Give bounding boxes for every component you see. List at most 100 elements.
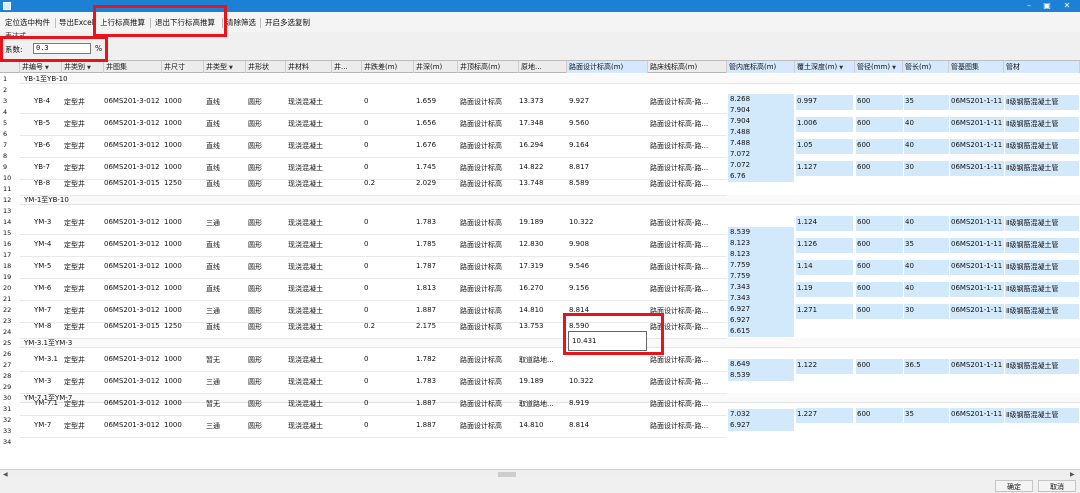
column-header[interactable]: 井尺寸 — [162, 61, 204, 73]
row-number[interactable]: 6 — [0, 129, 20, 140]
group-header-row[interactable]: YM-3.1至YM-3 — [20, 338, 1080, 348]
column-header[interactable]: 原地... — [519, 61, 567, 73]
exit-downward-calc-button[interactable]: 退出下行标高推算 — [155, 17, 215, 29]
column-header[interactable]: 井形状 — [246, 61, 286, 73]
ok-button[interactable]: 确定 — [995, 480, 1033, 492]
invert-elevation-cell[interactable]: 6.927 — [728, 419, 794, 431]
locate-button[interactable]: 定位选中构件 — [5, 17, 50, 29]
row-number[interactable]: 1 — [0, 74, 20, 85]
column-header[interactable]: 井编号 ▼ — [20, 61, 62, 73]
filter-dropdown-icon[interactable]: ▼ — [892, 65, 896, 71]
invert-elevation-cell[interactable]: 7.904 — [728, 115, 794, 127]
row-number[interactable]: 26 — [0, 349, 20, 360]
row-number[interactable]: 7 — [0, 140, 20, 151]
column-header[interactable]: 井材料 — [286, 61, 332, 73]
column-header[interactable]: 井图集 — [104, 61, 162, 73]
row-number[interactable]: 31 — [0, 404, 20, 415]
row-number[interactable]: 27 — [0, 360, 20, 371]
invert-elevation-cell[interactable]: 8.649 — [728, 359, 794, 370]
row-number[interactable]: 17 — [0, 250, 20, 261]
row-number[interactable]: 34 — [0, 437, 20, 448]
row-number[interactable]: 15 — [0, 228, 20, 239]
invert-elevation-cell[interactable]: 7.032 — [728, 408, 794, 420]
invert-elevation-cell[interactable]: 8.268 — [728, 93, 794, 105]
multi-copy-button[interactable]: 开启多选复制 — [265, 17, 310, 29]
row-number[interactable]: 16 — [0, 239, 20, 250]
row-number[interactable]: 24 — [0, 327, 20, 338]
export-excel-button[interactable]: 导出Excel — [59, 17, 94, 29]
row-number[interactable]: 25 — [0, 338, 20, 349]
group-header-row[interactable]: YM-1至YB-10 — [20, 195, 1080, 205]
column-header[interactable]: 井深(m) — [414, 61, 458, 73]
row-number[interactable]: 10 — [0, 173, 20, 184]
cell-cat: 定型井 — [64, 400, 85, 408]
column-header[interactable]: 井顶标高(m) — [458, 61, 519, 73]
invert-elevation-cell[interactable]: 6.615 — [728, 326, 794, 337]
invert-elevation-cell[interactable]: 6.927 — [728, 304, 794, 315]
column-header[interactable]: 井类别 ▼ — [62, 61, 104, 73]
filter-dropdown-icon[interactable]: ▼ — [839, 65, 843, 71]
column-header[interactable]: 覆土深度(m) ▼ — [795, 61, 855, 73]
column-header[interactable]: 管长(m) — [903, 61, 949, 73]
invert-elevation-cell[interactable]: 7.759 — [728, 271, 794, 282]
row-number[interactable]: 28 — [0, 371, 20, 382]
invert-elevation-cell[interactable]: 6.927 — [728, 315, 794, 326]
filter-dropdown-icon[interactable]: ▼ — [45, 65, 49, 71]
column-header[interactable]: 路床线标高(m) — [648, 61, 727, 73]
row-number[interactable]: 13 — [0, 206, 20, 217]
invert-elevation-cell[interactable]: 8.539 — [728, 370, 794, 381]
restore-button[interactable]: ▣ — [1040, 1, 1054, 11]
row-number[interactable]: 18 — [0, 261, 20, 272]
upward-elevation-calc-button[interactable]: 上行标高推算 — [100, 17, 145, 29]
close-button[interactable]: ✕ — [1060, 1, 1074, 11]
row-number[interactable]: 22 — [0, 305, 20, 316]
group-header-row[interactable]: YB-1至YB-10 — [20, 74, 1080, 84]
coef-input[interactable]: 0.3 — [33, 43, 91, 54]
row-number[interactable]: 20 — [0, 283, 20, 294]
column-header[interactable]: 管内底标高(m) — [727, 61, 795, 73]
row-number[interactable]: 2 — [0, 85, 20, 96]
row-number[interactable]: 23 — [0, 316, 20, 327]
column-header[interactable]: 管径(mm) ▼ — [855, 61, 903, 73]
invert-elevation-cell[interactable]: 8.539 — [728, 227, 794, 238]
column-header[interactable]: 井跌差(m) — [362, 61, 414, 73]
row-number[interactable]: 8 — [0, 151, 20, 162]
row-number[interactable]: 9 — [0, 162, 20, 173]
row-number[interactable]: 29 — [0, 382, 20, 393]
invert-elevation-cell[interactable]: 7.072 — [728, 148, 794, 160]
row-number[interactable]: 33 — [0, 426, 20, 437]
invert-elevation-cell[interactable]: 6.76 — [728, 170, 794, 182]
cancel-button[interactable]: 取消 — [1038, 480, 1076, 492]
horizontal-scrollbar[interactable]: ◀ ▶ — [0, 469, 1080, 478]
row-number[interactable]: 3 — [0, 96, 20, 107]
row-number[interactable]: 11 — [0, 184, 20, 195]
row-number[interactable]: 5 — [0, 118, 20, 129]
column-header[interactable]: 管材 — [1004, 61, 1080, 73]
row-number[interactable]: 14 — [0, 217, 20, 228]
invert-elevation-cell[interactable]: 7.343 — [728, 282, 794, 293]
row-number[interactable]: 4 — [0, 107, 20, 118]
row-number[interactable]: 12 — [0, 195, 20, 206]
row-number[interactable]: 30 — [0, 393, 20, 404]
invert-elevation-cell[interactable]: 7.343 — [728, 293, 794, 304]
invert-elevation-cell[interactable]: 7.072 — [728, 159, 794, 171]
invert-elevation-cell[interactable]: 7.759 — [728, 260, 794, 271]
invert-elevation-cell[interactable]: 7.488 — [728, 126, 794, 138]
column-header[interactable]: 井... — [332, 61, 362, 73]
clear-filter-button[interactable]: 清除筛选 — [226, 17, 256, 29]
column-header[interactable]: 井类型 ▼ — [204, 61, 246, 73]
column-header[interactable]: 管基图集 — [949, 61, 1004, 73]
road-elevation-edit-box[interactable]: 10.431 — [568, 331, 647, 351]
row-number[interactable]: 21 — [0, 294, 20, 305]
filter-dropdown-icon[interactable]: ▼ — [87, 65, 91, 71]
filter-dropdown-icon[interactable]: ▼ — [229, 65, 233, 71]
minimize-button[interactable]: – — [1022, 1, 1036, 11]
invert-elevation-cell[interactable]: 8.123 — [728, 238, 794, 249]
row-number[interactable]: 19 — [0, 272, 20, 283]
invert-elevation-cell[interactable]: 7.488 — [728, 137, 794, 149]
scroll-thumb[interactable] — [498, 472, 516, 477]
invert-elevation-cell[interactable]: 8.123 — [728, 249, 794, 260]
invert-elevation-cell[interactable]: 7.904 — [728, 104, 794, 116]
column-header[interactable]: 路面设计标高(m) — [567, 61, 648, 73]
row-number[interactable]: 32 — [0, 415, 20, 426]
